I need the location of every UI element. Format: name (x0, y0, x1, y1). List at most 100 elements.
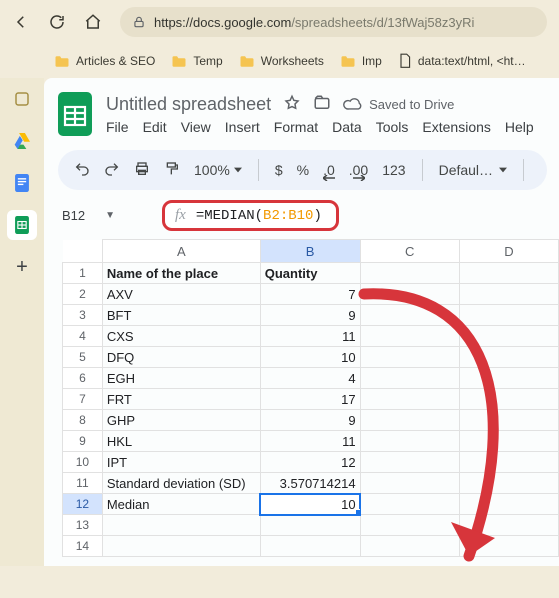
cell[interactable]: GHP (102, 410, 260, 431)
cell[interactable]: 11 (260, 431, 360, 452)
cell[interactable] (459, 347, 558, 368)
back-button[interactable] (12, 13, 30, 31)
menu-help[interactable]: Help (505, 119, 534, 135)
cell[interactable]: IPT (102, 452, 260, 473)
bookmark-item[interactable]: Worksheets (239, 54, 324, 68)
cell[interactable]: DFQ (102, 347, 260, 368)
row-header[interactable]: 3 (63, 305, 103, 326)
undo-button[interactable] (74, 161, 90, 180)
cell[interactable] (459, 368, 558, 389)
row-header[interactable]: 6 (63, 368, 103, 389)
move-icon[interactable] (313, 94, 331, 115)
tab-drive[interactable] (7, 126, 37, 156)
row-header[interactable]: 4 (63, 326, 103, 347)
cell[interactable]: 4 (260, 368, 360, 389)
address-bar[interactable]: https://docs.google.com/spreadsheets/d/1… (120, 7, 547, 37)
row-header[interactable]: 8 (63, 410, 103, 431)
menu-file[interactable]: File (106, 119, 129, 135)
cell[interactable] (459, 284, 558, 305)
row-header[interactable]: 12 (63, 494, 103, 515)
bookmark-item[interactable]: Imp (340, 54, 382, 68)
star-icon[interactable] (283, 94, 301, 115)
cell[interactable] (459, 431, 558, 452)
cell[interactable] (360, 305, 459, 326)
format-currency-button[interactable]: $ (275, 162, 283, 178)
col-header[interactable]: D (459, 240, 558, 263)
bookmark-item[interactable]: Articles & SEO (54, 54, 155, 68)
cell[interactable] (459, 263, 558, 284)
cell[interactable]: Quantity (260, 263, 360, 284)
row-header[interactable]: 14 (63, 536, 103, 557)
format-percent-button[interactable]: % (297, 162, 309, 178)
cell[interactable] (360, 431, 459, 452)
cell[interactable]: 12 (260, 452, 360, 473)
cell[interactable] (360, 410, 459, 431)
font-family-selector[interactable]: Defaul… (439, 162, 507, 178)
cell[interactable]: 11 (260, 326, 360, 347)
cell[interactable] (459, 452, 558, 473)
cell[interactable]: 17 (260, 389, 360, 410)
bookmark-item[interactable]: data:text/html, <ht… (398, 53, 526, 69)
menu-format[interactable]: Format (274, 119, 318, 135)
formula-bar[interactable]: fx =MEDIAN(B2:B10) (162, 200, 339, 231)
increase-decimal-button[interactable]: .00 (349, 162, 368, 178)
menu-view[interactable]: View (181, 119, 211, 135)
cell[interactable] (459, 494, 558, 515)
cell[interactable]: CXS (102, 326, 260, 347)
col-header[interactable]: C (360, 240, 459, 263)
print-button[interactable] (134, 161, 150, 180)
redo-button[interactable] (104, 161, 120, 180)
cell[interactable] (360, 347, 459, 368)
cell[interactable]: EGH (102, 368, 260, 389)
bookmark-item[interactable]: Temp (171, 54, 222, 68)
tab-sheets-active[interactable] (7, 210, 37, 240)
saved-status[interactable]: Saved to Drive (343, 97, 454, 112)
row-header[interactable]: 13 (63, 515, 103, 536)
decrease-decimal-button[interactable]: .0 (323, 162, 335, 178)
row-header[interactable]: 7 (63, 389, 103, 410)
cell[interactable] (260, 515, 360, 536)
menu-edit[interactable]: Edit (143, 119, 167, 135)
row-header[interactable]: 5 (63, 347, 103, 368)
cell[interactable] (360, 263, 459, 284)
menu-data[interactable]: Data (332, 119, 362, 135)
cell[interactable] (459, 473, 558, 494)
menu-tools[interactable]: Tools (376, 119, 409, 135)
cell[interactable]: 10 (260, 347, 360, 368)
row-header[interactable]: 11 (63, 473, 103, 494)
cell[interactable] (459, 515, 558, 536)
cell[interactable] (360, 494, 459, 515)
document-title[interactable]: Untitled spreadsheet (106, 94, 271, 115)
cell[interactable]: AXV (102, 284, 260, 305)
cell[interactable] (260, 536, 360, 557)
row-header[interactable]: 1 (63, 263, 103, 284)
select-all-corner[interactable] (63, 240, 103, 263)
cell[interactable] (360, 284, 459, 305)
cell[interactable] (360, 536, 459, 557)
menu-extensions[interactable]: Extensions (422, 119, 490, 135)
row-header[interactable]: 2 (63, 284, 103, 305)
cell[interactable] (360, 473, 459, 494)
col-header[interactable]: A (102, 240, 260, 263)
zoom-selector[interactable]: 100% (194, 162, 242, 178)
cell[interactable]: Median (102, 494, 260, 515)
col-header[interactable]: B (260, 240, 360, 263)
cell[interactable]: HKL (102, 431, 260, 452)
paint-format-button[interactable] (164, 161, 180, 180)
cell[interactable]: 9 (260, 410, 360, 431)
cell[interactable] (360, 515, 459, 536)
row-header[interactable]: 9 (63, 431, 103, 452)
tab-docs[interactable] (7, 168, 37, 198)
cell[interactable]: 10 (260, 494, 360, 515)
cell[interactable]: FRT (102, 389, 260, 410)
home-button[interactable] (84, 13, 102, 31)
cell[interactable] (102, 515, 260, 536)
row-header[interactable]: 10 (63, 452, 103, 473)
cell[interactable]: 9 (260, 305, 360, 326)
menu-insert[interactable]: Insert (225, 119, 260, 135)
cell[interactable] (459, 389, 558, 410)
cell[interactable]: BFT (102, 305, 260, 326)
name-box[interactable]: B12 ▼ (62, 208, 148, 223)
cell[interactable]: Name of the place (102, 263, 260, 284)
tab-other[interactable] (7, 84, 37, 114)
